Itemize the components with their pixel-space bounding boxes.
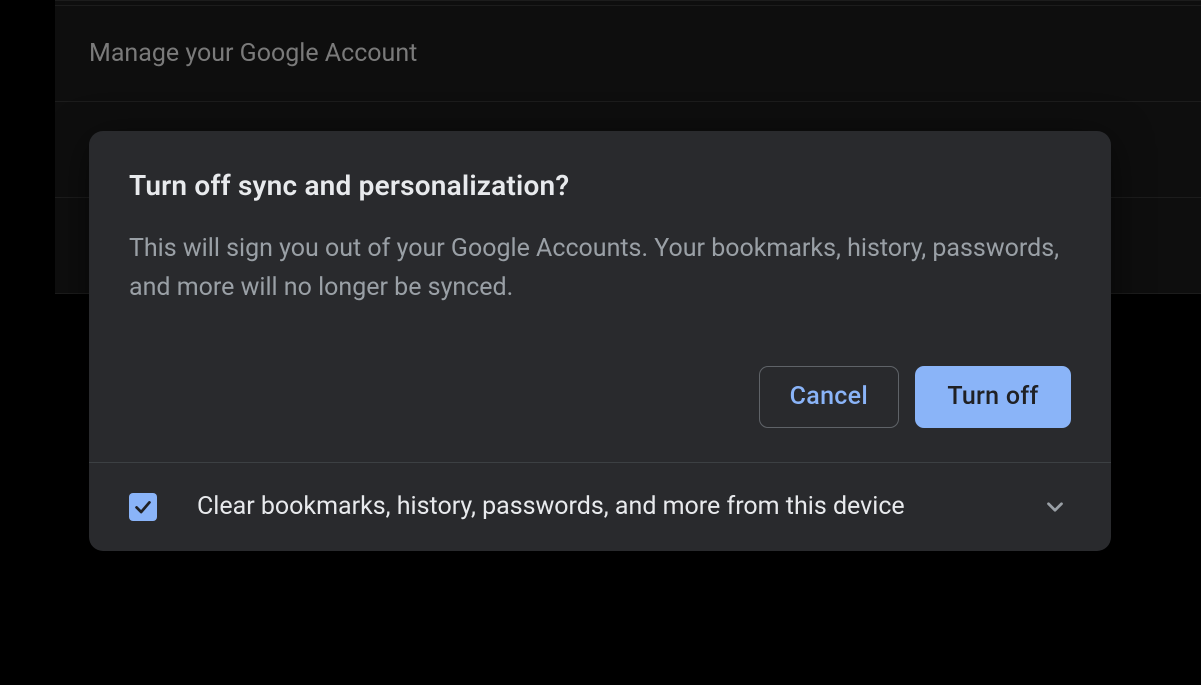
dialog-title: Turn off sync and personalization? — [129, 169, 1071, 202]
manage-account-label: Manage your Google Account — [89, 39, 417, 68]
dialog-description: This will sign you out of your Google Ac… — [129, 230, 1071, 308]
expand-details-button[interactable] — [1039, 491, 1071, 523]
clear-data-checkbox[interactable] — [129, 493, 157, 521]
turn-off-button[interactable]: Turn off — [915, 366, 1071, 428]
check-icon — [132, 496, 154, 518]
dialog-footer: Clear bookmarks, history, passwords, and… — [89, 462, 1111, 551]
manage-account-row[interactable]: Manage your Google Account — [55, 6, 1201, 102]
dialog-actions: Cancel Turn off — [129, 366, 1071, 428]
chevron-down-icon — [1042, 494, 1068, 520]
turn-off-sync-dialog: Turn off sync and personalization? This … — [89, 131, 1111, 551]
clear-data-label[interactable]: Clear bookmarks, history, passwords, and… — [197, 492, 999, 521]
dialog-body: Turn off sync and personalization? This … — [89, 131, 1111, 462]
cancel-button[interactable]: Cancel — [759, 366, 899, 428]
